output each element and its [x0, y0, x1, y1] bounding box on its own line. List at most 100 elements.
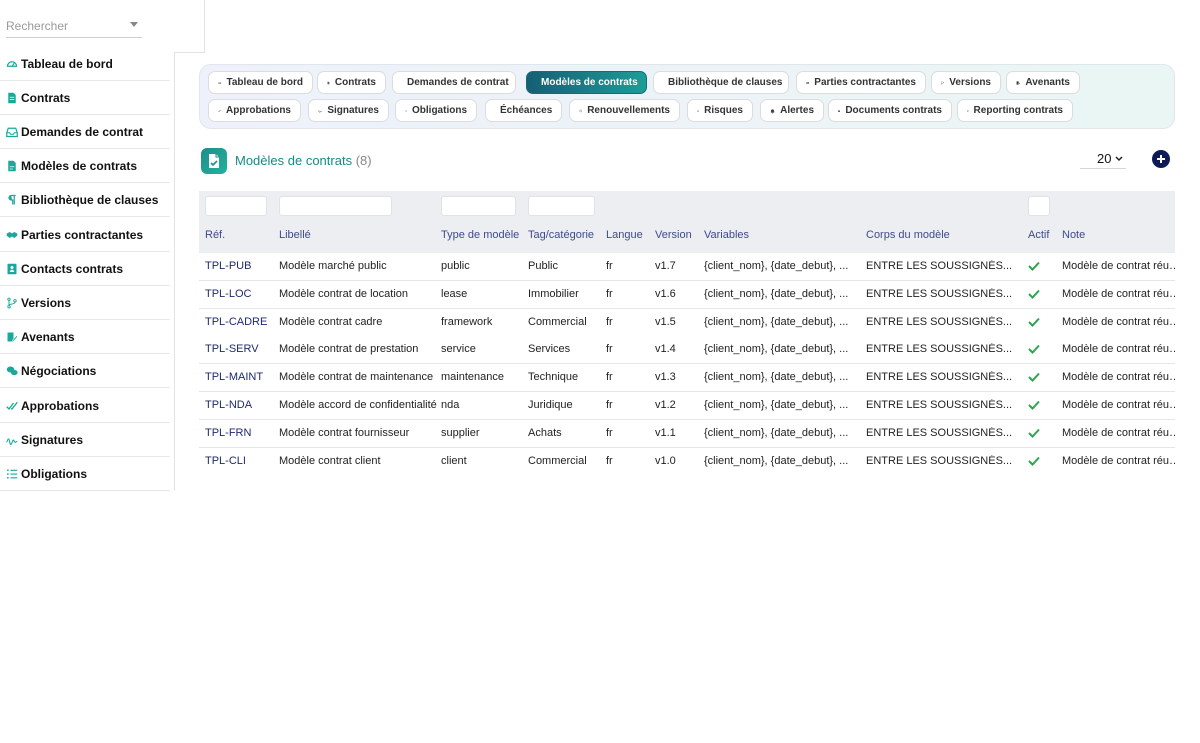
tab-approbations[interactable]: Approbations [208, 99, 301, 122]
column-header-ref[interactable]: Réf. [205, 229, 275, 241]
cell-ref[interactable]: TPL-FRN [205, 427, 275, 439]
table-row[interactable]: TPL-CLI Modèle contrat client client Commer… [199, 447, 1175, 475]
column-header-type[interactable]: Type de modèle [441, 229, 523, 241]
column-header-tag[interactable]: Tag/catégorie [528, 229, 603, 241]
tab-risques[interactable]: Risques [687, 99, 753, 122]
column-header-corps[interactable]: Corps du modèle [866, 229, 1024, 241]
sidebar-item-modeles-de-contrats[interactable]: Modèles de contrats [0, 149, 170, 183]
cell-corps: ENTRE LES SOUSSIGNÉS... [866, 260, 1013, 272]
tab-avenants[interactable]: Avenants [1006, 71, 1080, 94]
table-row[interactable]: TPL-FRN Modèle contrat fournisseur supplie… [199, 419, 1175, 448]
sidebar-item-label: Approbations [21, 398, 99, 413]
cell-libelle: Modèle marché public [279, 260, 387, 272]
chevron-down-icon[interactable] [130, 22, 138, 27]
cell-libelle: Modèle contrat de location [279, 287, 409, 300]
table-row[interactable]: TPL-NDA Modèle accord de confidentialité n… [199, 392, 1175, 420]
table-row[interactable]: TPL-CADRE Modèle contrat cadre framework Co… [199, 308, 1175, 337]
chevron-down-icon [1115, 155, 1123, 161]
sidebar-item-avenants[interactable]: Avenants [0, 320, 170, 354]
sidebar-item-parties-contractantes[interactable]: Parties contractantes [0, 218, 170, 252]
cell-tag: Commercial [528, 454, 587, 467]
tab-label: Renouvellements [587, 105, 670, 116]
tab-renouvellements[interactable]: Renouvellements [569, 99, 680, 122]
cell-tag: Technique [528, 371, 579, 384]
add-button[interactable] [1152, 150, 1170, 168]
sidebar-item-contacts-contrats[interactable]: Contacts contrats [0, 252, 170, 286]
page-size-select[interactable]: 20 [1080, 149, 1126, 169]
tab-contrats[interactable]: Contrats [317, 71, 386, 94]
paragraph-icon [8, 194, 16, 204]
pie-chart-icon [967, 109, 969, 112]
cell-tag: Achats [528, 426, 562, 439]
cell-variables: {client_nom}, {date_debut}, ... [704, 343, 849, 356]
cell-langue: fr [606, 260, 613, 272]
column-header-version[interactable]: Version [655, 229, 701, 241]
column-header-actif[interactable]: Actif [1028, 229, 1058, 241]
sidebar-item-label: Tableau de bord [21, 56, 113, 71]
table-row[interactable]: TPL-LOC Modèle contrat de location lease Im… [199, 280, 1175, 309]
column-header-libelle[interactable]: Libellé [279, 229, 439, 241]
sidebar-item-label: Obligations [21, 466, 87, 481]
cell-langue: fr [606, 426, 613, 439]
sidebar-item-negociations[interactable]: Négociations [0, 354, 170, 388]
sidebar-item-obligations[interactable]: Obligations [0, 457, 170, 491]
cell-version: v1.0 [655, 454, 676, 467]
cell-ref[interactable]: TPL-MAINT [205, 371, 275, 383]
table-row[interactable]: TPL-SERV Modèle contrat de prestation serv… [199, 336, 1175, 365]
cell-ref[interactable]: TPL-CLI [205, 455, 275, 467]
tab-obligations[interactable]: Obligations [395, 99, 477, 122]
cell-langue: fr [606, 371, 613, 384]
tab-parties-contractantes[interactable]: Parties contractantes [796, 71, 926, 94]
cell-ref[interactable]: TPL-CADRE [205, 316, 275, 328]
table-row[interactable]: TPL-PUB Modèle marché public public Public f… [199, 253, 1175, 281]
tab-bibliotheque-de-clauses[interactable]: Bibliothèque de clauses [653, 71, 789, 94]
filter-actif-input[interactable] [1028, 196, 1050, 216]
cell-ref[interactable]: TPL-PUB [205, 260, 275, 272]
tab-modeles-de-contrats[interactable]: Modèles de contrats [526, 71, 647, 94]
table-header: Réf. Libellé Type de modèle Tag/catégorie La… [199, 191, 1175, 253]
tab-signatures[interactable]: Signatures [308, 99, 389, 122]
column-header-note[interactable]: Note [1062, 229, 1175, 241]
sidebar-item-label: Versions [21, 295, 72, 310]
filter-ref-input[interactable] [205, 196, 267, 216]
search-input[interactable] [6, 16, 126, 36]
inbox-icon [6, 127, 18, 137]
cell-ref[interactable]: TPL-LOC [205, 288, 275, 300]
cell-ref[interactable]: TPL-SERV [205, 343, 275, 355]
signature-icon [6, 437, 18, 445]
cell-version: v1.7 [655, 260, 676, 272]
filter-type-input[interactable] [441, 196, 516, 216]
column-header-langue[interactable]: Langue [606, 229, 652, 241]
filter-libelle-input[interactable] [279, 196, 392, 216]
sidebar-item-bibliotheque-de-clauses[interactable]: Bibliothèque de clauses [0, 183, 170, 217]
list-icon [405, 109, 407, 112]
cell-tag: Services [528, 343, 571, 356]
sidebar-item-signatures[interactable]: Signatures [0, 423, 170, 457]
sidebar-item-contrats[interactable]: Contrats [0, 81, 170, 115]
sidebar-item-approbations[interactable]: Approbations [0, 389, 170, 423]
tab-reporting-contrats[interactable]: Reporting contrats [957, 99, 1073, 122]
tab-demandes-de-contrat[interactable]: Demandes de contrat [392, 71, 516, 94]
column-header-variables[interactable]: Variables [704, 229, 862, 241]
cell-type: client [441, 454, 467, 467]
check-icon [1028, 317, 1040, 327]
sidebar-item-demandes-de-contrat[interactable]: Demandes de contrat [0, 115, 170, 149]
sidebar-item-versions[interactable]: Versions [0, 286, 170, 320]
file-template-icon [201, 148, 227, 174]
handshake-icon [5, 228, 19, 242]
dashboard-icon [6, 60, 18, 67]
tab-tableau-de-bord[interactable]: Tableau de bord [208, 71, 313, 94]
sidebar: Tableau de bord Contrats Demandes de con… [0, 0, 175, 491]
tab-alertes[interactable]: Alertes [760, 99, 824, 122]
filter-tag-input[interactable] [528, 196, 595, 216]
double-check-icon [218, 109, 221, 112]
tab-echeances[interactable]: Échéances [485, 99, 562, 122]
sidebar-item-tableau-de-bord[interactable]: Tableau de bord [0, 47, 170, 81]
dashboard-icon [5, 57, 19, 71]
tab-versions[interactable]: Versions [931, 71, 1001, 94]
tab-documents-contrats[interactable]: Documents contrats [828, 99, 952, 122]
cell-variables: {client_nom}, {date_debut}, ... [704, 260, 849, 272]
cell-note: Modèle de contrat réutilisable [1062, 343, 1175, 356]
table-row[interactable]: TPL-MAINT Modèle contrat de maintenance ma… [199, 364, 1175, 393]
cell-ref[interactable]: TPL-NDA [205, 399, 275, 411]
